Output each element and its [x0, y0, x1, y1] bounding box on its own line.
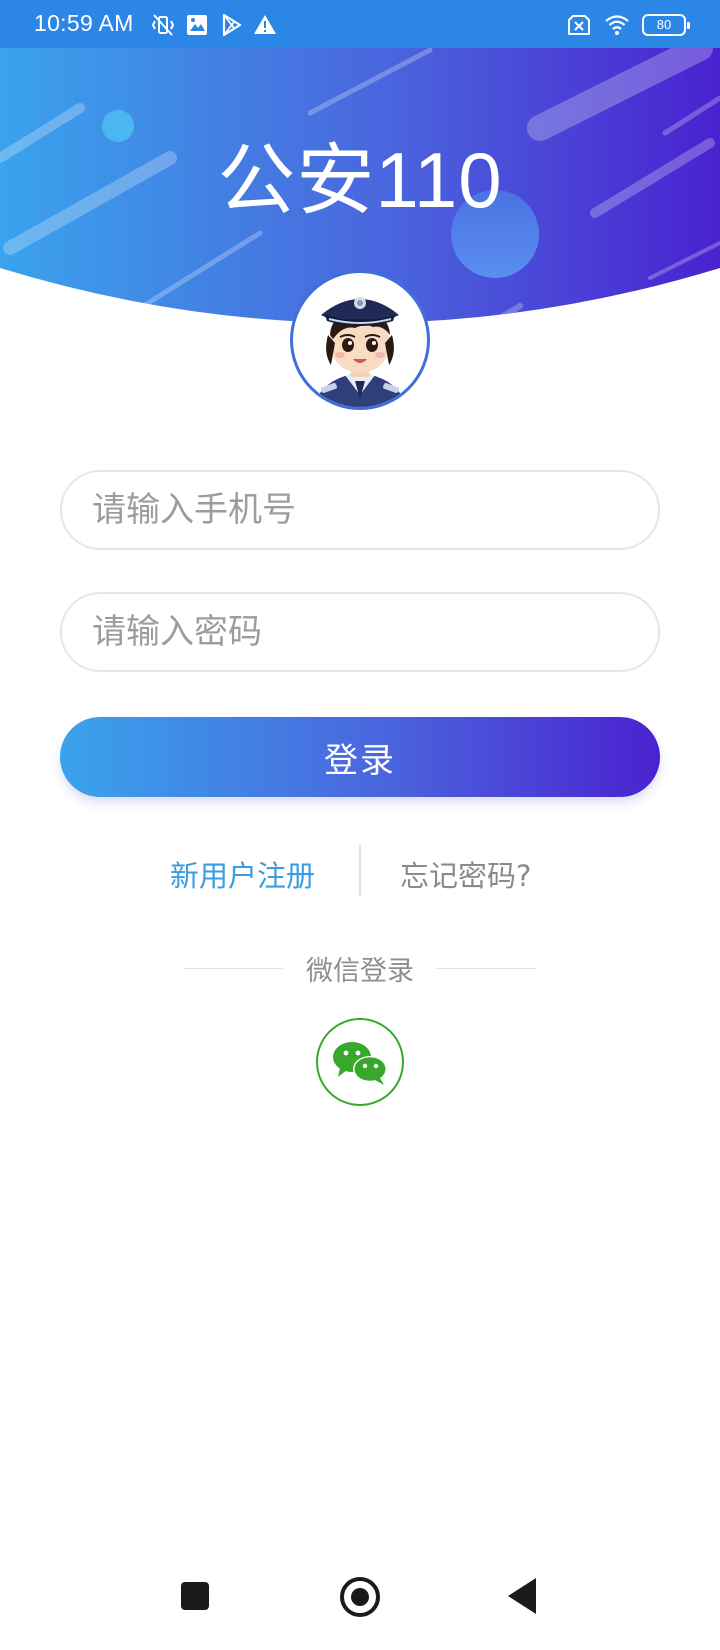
forgot-password-link[interactable]: 忘记密码?: [400, 853, 531, 895]
phone-field[interactable]: [60, 470, 660, 550]
wechat-login-divider: 微信登录: [0, 947, 720, 987]
wechat-login-label: 微信登录: [306, 956, 414, 987]
vibrate-off-icon: [151, 14, 175, 36]
links-divider: [359, 845, 361, 897]
phone-input[interactable]: [62, 472, 658, 548]
home-icon[interactable]: [340, 1577, 380, 1617]
sim-off-icon: [568, 15, 590, 35]
password-field[interactable]: [60, 592, 660, 672]
status-bar: 10:59 AM 80: [0, 0, 720, 48]
account-links: 新用户注册 忘记密码?: [0, 845, 720, 901]
divider-line-right: [436, 968, 536, 969]
square-icon[interactable]: [181, 1582, 209, 1610]
app-title: 公安110: [217, 136, 503, 224]
back-icon[interactable]: [508, 1578, 536, 1614]
wifi-icon: [605, 15, 629, 35]
wechat-icon: [333, 1042, 387, 1085]
police-officer-illustration: [313, 297, 407, 407]
password-input[interactable]: [62, 594, 658, 670]
status-icons-right: 80: [566, 12, 690, 38]
battery-icon: 80: [642, 14, 690, 36]
status-time: 10:59 AM: [34, 10, 134, 36]
login-screen: 10:59 AM 80 公安110 请输入手机号 登录 新用户注册 忘记密码? …: [0, 0, 720, 1650]
image-icon: [187, 15, 207, 35]
play-store-icon: [222, 13, 242, 37]
register-link[interactable]: 新用户注册: [170, 853, 315, 895]
wechat-login-button[interactable]: [316, 1018, 404, 1106]
warning-icon: [254, 15, 276, 34]
system-navigation-bar: [0, 1560, 720, 1650]
status-icons-left: [150, 12, 278, 38]
login-button[interactable]: 登录: [60, 717, 660, 797]
police-officer-avatar: [290, 270, 430, 410]
